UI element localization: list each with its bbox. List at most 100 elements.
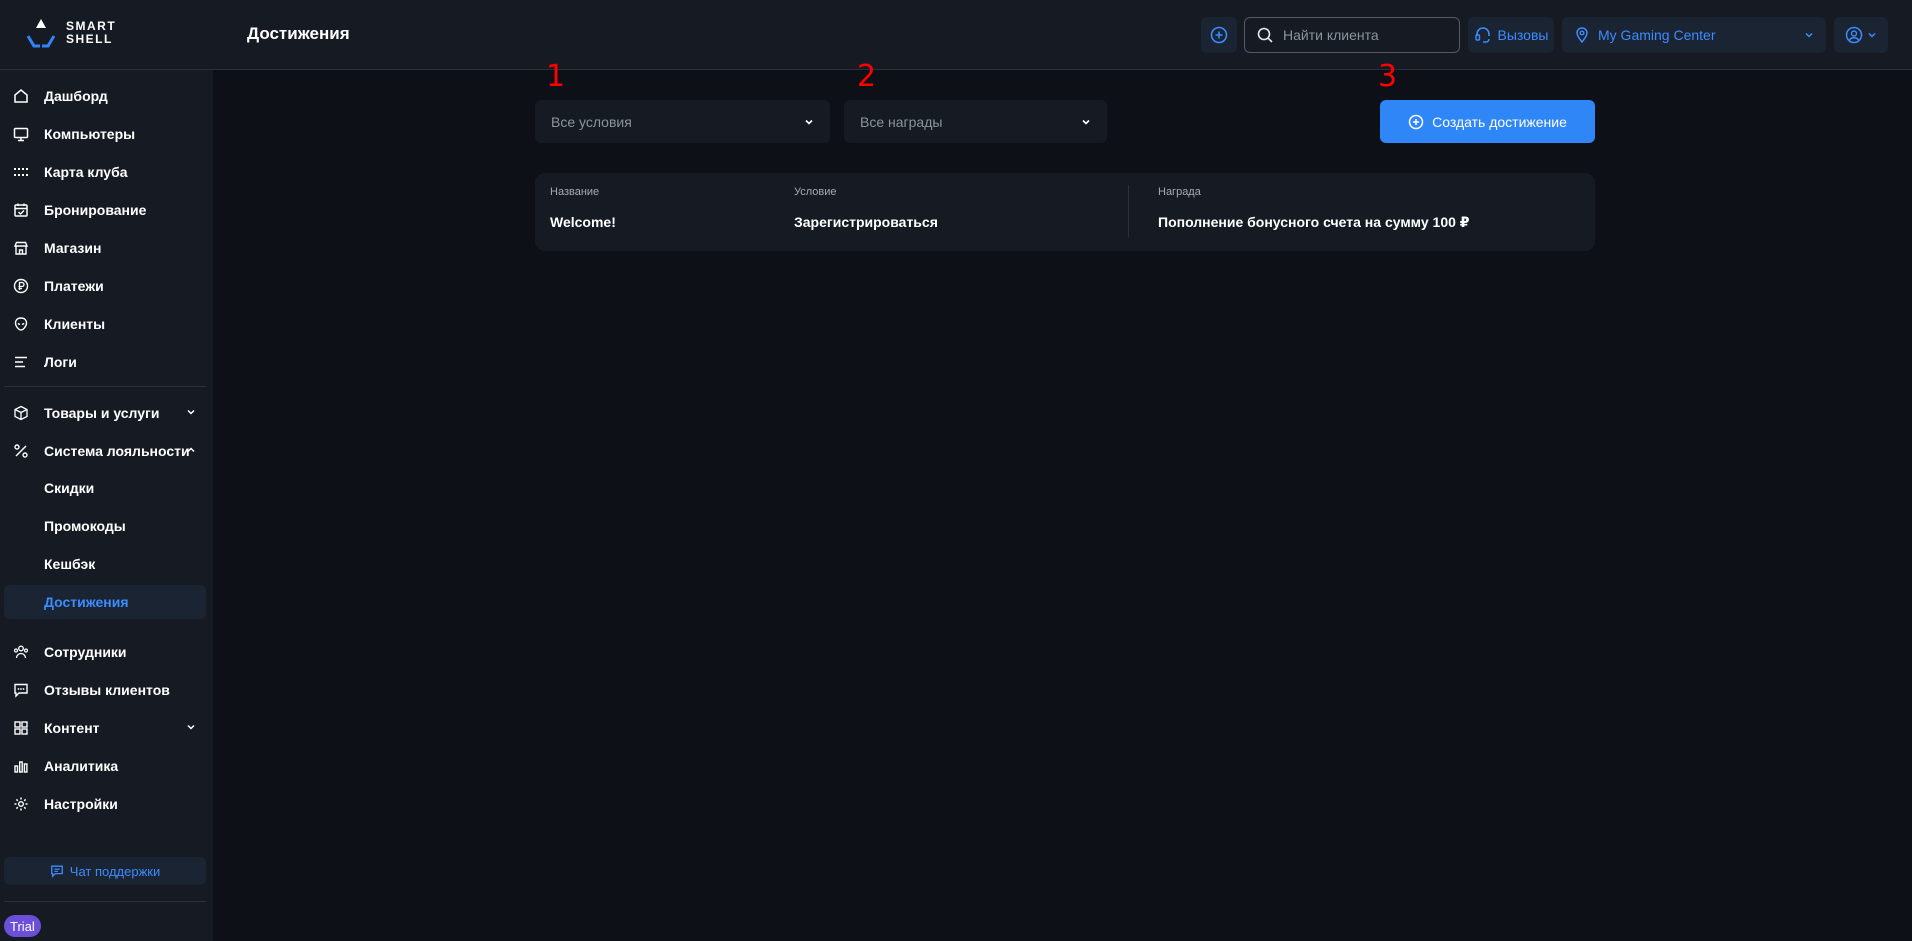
sidebar-item-label: Дашборд — [44, 88, 108, 104]
sidebar-item-discounts[interactable]: Скидки — [4, 471, 206, 505]
sidebar-item-club-map[interactable]: Карта клуба — [4, 155, 206, 189]
sidebar-item-staff[interactable]: Сотрудники — [4, 635, 206, 669]
sidebar-item-shop[interactable]: Магазин — [4, 231, 206, 265]
support-chat-label: Чат поддержки — [69, 863, 161, 879]
sidebar-divider — [4, 386, 206, 387]
alien-icon — [12, 315, 30, 333]
logo-mark-icon — [26, 19, 56, 48]
plus-circle-icon — [1210, 26, 1228, 44]
sidebar-item-label: Платежи — [44, 278, 104, 294]
conditions-filter-value: Все условия — [551, 113, 632, 130]
sidebar-item-clients[interactable]: Клиенты — [4, 307, 206, 341]
sidebar-item-label: Карта клуба — [44, 164, 128, 180]
chart-icon — [12, 757, 30, 775]
club-name: My Gaming Center — [1598, 27, 1716, 43]
location-pin-icon — [1576, 27, 1588, 43]
annotation-marker: 2 — [857, 59, 877, 94]
sidebar-item-label: Клиенты — [44, 316, 106, 332]
achievement-row[interactable]: Название Условие Награда Welcome! Зареги… — [535, 173, 1595, 251]
sidebar-item-label: Система лояльности — [44, 443, 190, 459]
achievement-name: Welcome! — [550, 214, 616, 230]
search-icon — [1257, 27, 1273, 43]
sidebar-item-label: Аналитика — [44, 758, 119, 774]
calls-button[interactable]: Вызовы — [1468, 17, 1554, 53]
chevron-down-icon — [1082, 119, 1090, 125]
sidebar-item-label: Сотрудники — [44, 644, 127, 660]
app-root: SMART SHELL Достижения Вызовы — [0, 0, 1912, 941]
chevron-down-icon — [805, 119, 813, 125]
page-title: Достижения — [247, 24, 350, 43]
team-icon — [12, 643, 30, 661]
chevron-down-icon — [187, 409, 195, 415]
top-header: SMART SHELL Достижения Вызовы — [0, 0, 1912, 70]
sidebar-item-label: Логи — [44, 354, 77, 370]
user-circle-icon — [1845, 26, 1863, 44]
annotation-marker: 3 — [1378, 59, 1398, 94]
support-chat-button[interactable]: Чат поддержки — [4, 857, 206, 885]
sidebar-item-label: Магазин — [44, 240, 102, 256]
achievement-reward: Пополнение бонусного счета на сумму 100 … — [1158, 214, 1470, 230]
sidebar-item-cashback[interactable]: Кешбэк — [4, 547, 206, 581]
chat-icon — [50, 865, 63, 878]
store-icon — [12, 239, 30, 257]
column-divider — [1128, 185, 1129, 237]
sidebar-item-goods-services[interactable]: Товары и услуги — [4, 396, 206, 430]
percent-icon — [12, 442, 30, 460]
gear-icon — [12, 795, 30, 813]
sidebar-divider — [4, 901, 206, 902]
logo-line-2: SHELL — [66, 32, 113, 46]
achievement-condition: Зарегистрироваться — [794, 214, 938, 230]
logo[interactable]: SMART SHELL — [24, 16, 116, 50]
chevron-down-icon — [1805, 32, 1813, 38]
chat-icon — [12, 681, 30, 699]
create-achievement-button[interactable]: Создать достижение — [1380, 100, 1595, 143]
sidebar-item-settings[interactable]: Настройки — [4, 787, 206, 821]
column-header-condition: Условие — [794, 186, 837, 198]
sidebar-item-computers[interactable]: Компьютеры — [4, 117, 206, 151]
sidebar-item-dashboard[interactable]: Дашборд — [4, 79, 206, 113]
rewards-filter-value: Все награды — [860, 113, 943, 130]
conditions-filter-select[interactable]: Все условия — [535, 100, 830, 143]
sidebar-item-payments[interactable]: Платежи — [4, 269, 206, 303]
club-select[interactable]: My Gaming Center — [1562, 17, 1826, 53]
logo-text: SMART SHELL — [66, 20, 116, 46]
chevron-down-icon — [187, 724, 195, 730]
sidebar-item-label: Контент — [44, 720, 100, 736]
list-icon — [12, 353, 30, 371]
search-input[interactable] — [1283, 27, 1443, 43]
sidebar-item-logs[interactable]: Логи — [4, 345, 206, 379]
sidebar-item-promocodes[interactable]: Промокоды — [4, 509, 206, 543]
sidebar-item-achievements[interactable]: Достижения — [4, 585, 206, 619]
sidebar-item-label: Кешбэк — [44, 556, 96, 572]
sidebar-item-content[interactable]: Контент — [4, 711, 206, 745]
sidebar-item-label: Настройки — [44, 796, 118, 812]
column-header-name: Название — [550, 186, 600, 198]
profile-menu-button[interactable] — [1834, 17, 1888, 53]
create-achievement-label: Создать достижение — [1432, 113, 1567, 130]
sidebar-item-reviews[interactable]: Отзывы клиентов — [4, 673, 206, 707]
chevron-down-icon — [1868, 32, 1876, 38]
rewards-filter-select[interactable]: Все награды — [844, 100, 1107, 143]
annotation-marker: 1 — [546, 59, 566, 94]
sidebar-item-loyalty[interactable]: Система лояльности — [4, 434, 206, 468]
plus-circle-icon — [1408, 114, 1424, 129]
home-icon — [12, 87, 30, 105]
sidebar-item-label: Промокоды — [44, 518, 126, 534]
calls-label: Вызовы — [1497, 27, 1549, 43]
trial-badge: Trial — [4, 915, 41, 937]
sidebar-item-label: Достижения — [44, 594, 129, 610]
sidebar-item-label: Скидки — [44, 480, 95, 496]
sidebar-item-booking[interactable]: Бронирование — [4, 193, 206, 227]
column-header-reward: Награда — [1158, 186, 1201, 198]
sidebar-item-label: Компьютеры — [44, 126, 136, 142]
ruble-icon — [12, 277, 30, 295]
sidebar: Дашборд Компьютеры Карта клуба Бронирова… — [0, 70, 213, 941]
calendar-icon — [12, 201, 30, 219]
grid-dots-icon — [12, 163, 30, 181]
quick-add-button[interactable] — [1201, 17, 1237, 53]
client-search[interactable] — [1244, 17, 1460, 53]
sidebar-item-analytics[interactable]: Аналитика — [4, 749, 206, 783]
box-icon — [12, 404, 30, 422]
sidebar-item-label: Отзывы клиентов — [44, 682, 170, 698]
headset-icon — [1474, 27, 1490, 43]
